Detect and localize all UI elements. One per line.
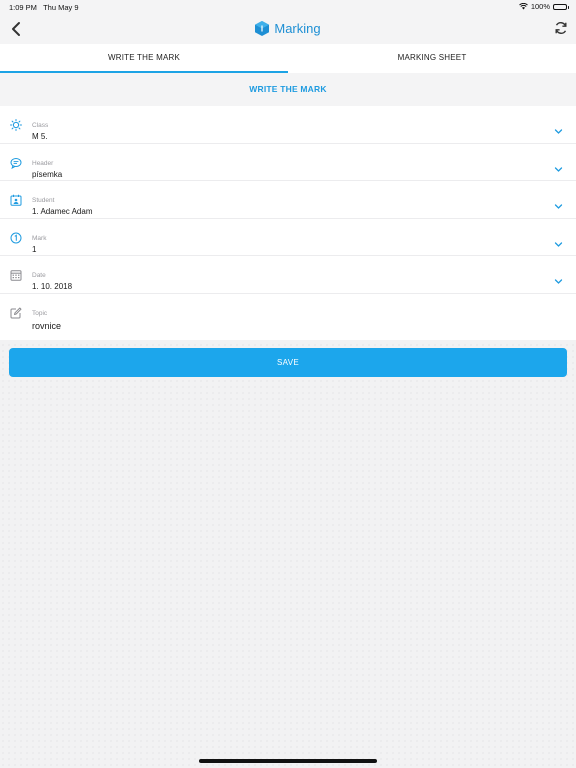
tab-bar: WRITE THE MARK MARKING SHEET <box>0 44 576 74</box>
chevron-down-icon[interactable] <box>554 127 563 136</box>
status-date: Thu May 9 <box>43 3 79 12</box>
speech-bubble-icon <box>10 157 22 169</box>
home-indicator[interactable] <box>199 759 377 763</box>
battery-percent: 100% <box>530 2 550 11</box>
chevron-down-icon[interactable] <box>554 165 563 174</box>
mark-label: Mark <box>32 234 47 242</box>
date-field[interactable]: Date 1. 10. 2018 <box>0 256 576 294</box>
navigation-bar: Marking <box>0 14 576 44</box>
edit-icon <box>10 307 22 318</box>
header-field[interactable]: Header písemka <box>0 144 576 181</box>
class-value: M 5. <box>32 132 48 141</box>
battery-icon <box>553 3 569 10</box>
calendar-person-icon <box>10 194 22 206</box>
mark-value: 1 <box>32 244 37 254</box>
status-right: 100% <box>518 2 569 11</box>
header-value: písemka <box>32 169 63 179</box>
header-label: Header <box>32 159 54 167</box>
save-button[interactable]: SAVE <box>9 348 567 377</box>
tab-write-the-mark[interactable]: WRITE THE MARK <box>0 44 288 74</box>
date-value: 1. 10. 2018 <box>32 282 73 291</box>
section-title: WRITE THE MARK <box>0 73 576 106</box>
status-clock: 1:09 PM <box>9 3 37 12</box>
number-circle-icon <box>10 232 22 243</box>
chevron-down-icon[interactable] <box>554 240 563 249</box>
sun-icon <box>10 119 22 131</box>
chevron-down-icon[interactable] <box>554 202 563 211</box>
status-bar: 1:09 PM Thu May 9 100% <box>0 0 576 14</box>
app-logo-icon <box>255 21 270 36</box>
tab-marking-sheet[interactable]: MARKING SHEET <box>288 44 576 73</box>
topic-field[interactable]: Topic rovnice <box>0 294 576 334</box>
student-value: 1. Adamec Adam <box>32 207 93 216</box>
status-time: 1:09 PM Thu May 9 <box>9 3 79 12</box>
mark-form: Class M 5. Header písemka Student 1. Ada… <box>0 106 576 340</box>
topic-label: Topic <box>32 309 48 317</box>
mark-field[interactable]: Mark 1 <box>0 219 576 256</box>
refresh-icon[interactable] <box>554 21 568 35</box>
calendar-icon <box>10 270 22 281</box>
wifi-icon <box>518 3 528 10</box>
chevron-down-icon[interactable] <box>554 277 563 286</box>
student-label: Student <box>32 197 55 204</box>
page-title: Marking <box>0 21 576 36</box>
student-field[interactable]: Student 1. Adamec Adam <box>0 181 576 219</box>
class-label: Class <box>32 122 49 129</box>
class-field[interactable]: Class M 5. <box>0 106 576 144</box>
topic-input[interactable]: rovnice <box>32 321 61 331</box>
page-title-text: Marking <box>274 21 321 36</box>
date-label: Date <box>32 272 46 279</box>
